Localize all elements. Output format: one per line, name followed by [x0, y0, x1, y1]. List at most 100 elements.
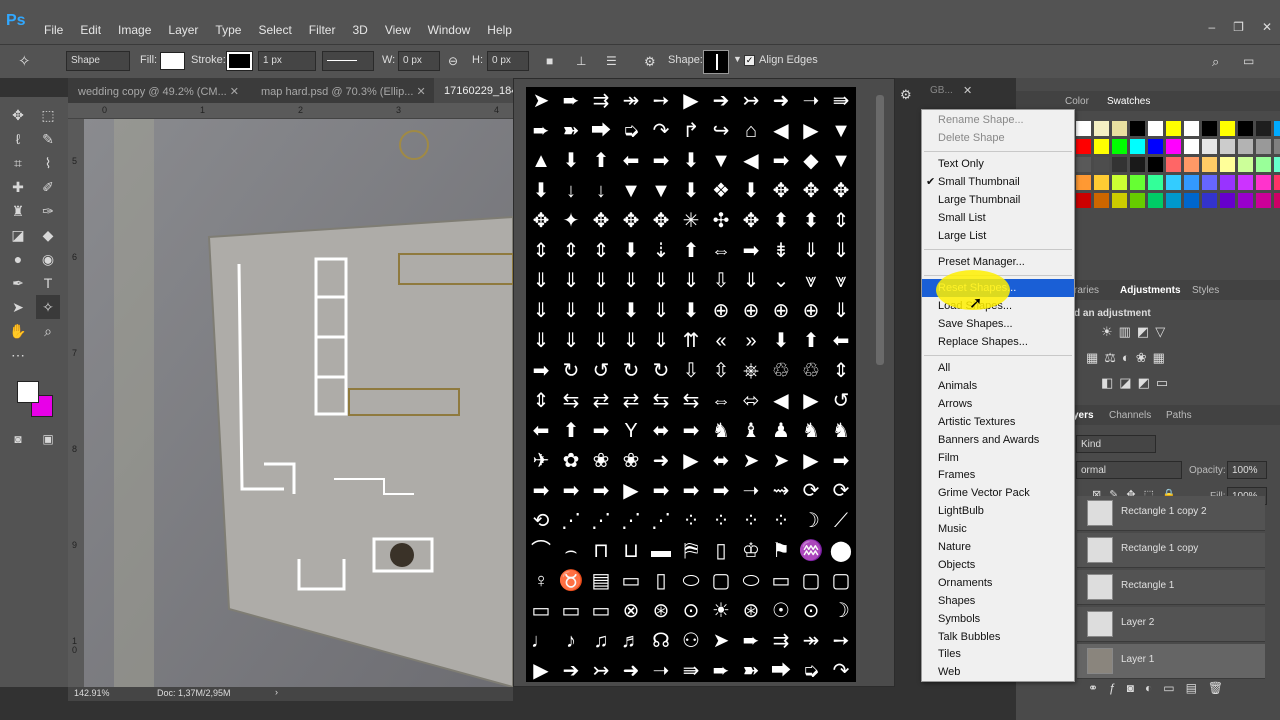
shape-thumbnail[interactable]: ⩔	[797, 267, 825, 295]
shape-thumbnail[interactable]: ♔	[737, 537, 765, 565]
paint-bucket-icon[interactable]: ◆	[36, 223, 60, 247]
shape-thumbnail[interactable]: ⊕	[767, 297, 795, 325]
pen-tool-icon[interactable]: ✒	[6, 271, 30, 295]
shape-thumbnail[interactable]: ⁘	[707, 507, 735, 535]
menu-item-set-film[interactable]: Film	[922, 449, 1074, 467]
menu-layer[interactable]: Layer	[168, 23, 207, 37]
shape-thumbnail[interactable]: ⇔	[707, 237, 735, 265]
menu-item-small-thumbnail[interactable]: ✔ Small Thumbnail	[922, 173, 1074, 191]
path-alignment-icon[interactable]: ⊥	[576, 54, 586, 68]
menu-item-set-shapes[interactable]: Shapes	[922, 592, 1074, 610]
color-swatch[interactable]	[1112, 157, 1127, 172]
shape-thumbnail[interactable]: ☽	[797, 507, 825, 535]
shape-thumbnail[interactable]: ➡	[767, 147, 795, 175]
menu-image[interactable]: Image	[118, 23, 160, 37]
tab-channels[interactable]: Channels	[1109, 410, 1151, 421]
color-swatch[interactable]	[1184, 175, 1199, 190]
shape-thumbnail[interactable]: ➭	[617, 117, 645, 145]
move-tool-icon[interactable]: ✥	[6, 103, 30, 127]
color-swatch[interactable]	[1166, 175, 1181, 190]
shape-thumbnail[interactable]: ◀	[737, 147, 765, 175]
shape-thumbnail[interactable]: ❀	[617, 447, 645, 475]
color-swatch[interactable]	[1130, 139, 1145, 154]
shape-thumbnail[interactable]: ▭	[767, 567, 795, 595]
shape-thumbnail[interactable]: ⇈	[677, 327, 705, 355]
shape-thumbnail[interactable]: ▼	[617, 177, 645, 205]
shape-thumbnail[interactable]: ⋰	[617, 507, 645, 535]
menu-item-set-arrows[interactable]: Arrows	[922, 395, 1074, 413]
shape-thumbnail[interactable]: ✥	[647, 207, 675, 235]
tab-map-hard[interactable]: map hard.psd @ 70.3% (Ellip... ✕	[251, 78, 436, 103]
gear-icon[interactable]: ⚙	[900, 87, 912, 103]
shape-thumbnail[interactable]: ➙	[827, 627, 855, 655]
menu-item-set-symbols[interactable]: Symbols	[922, 610, 1074, 628]
hand-tool-icon[interactable]: ✋	[6, 319, 30, 343]
shape-thumbnail[interactable]: ⬌	[647, 417, 675, 445]
color-swatch[interactable]	[1184, 139, 1199, 154]
shape-thumbnail[interactable]: ⁘	[767, 507, 795, 535]
shape-thumbnail[interactable]: ↣	[737, 87, 765, 115]
shape-thumbnail[interactable]: ➙	[647, 87, 675, 115]
close-icon[interactable]: ✕	[963, 84, 972, 97]
menu-item-text-only[interactable]: Text Only	[922, 155, 1074, 173]
shape-thumbnail[interactable]: ▬	[647, 537, 675, 565]
shape-thumbnail[interactable]: ▶	[677, 447, 705, 475]
shape-thumbnail[interactable]: ⬇	[767, 327, 795, 355]
shape-thumbnail[interactable]: ♞	[797, 417, 825, 445]
shape-thumbnail[interactable]: ➡	[677, 417, 705, 445]
tab-styles[interactable]: Styles	[1192, 285, 1219, 296]
color-swatch[interactable]	[1148, 193, 1163, 208]
shape-thumbnail[interactable]: ▢	[827, 567, 855, 595]
history-brush-icon[interactable]: ✑	[36, 199, 60, 223]
shape-thumbnail[interactable]: ↺	[827, 387, 855, 415]
tab-adjustments[interactable]: Adjustments	[1120, 285, 1181, 296]
shape-thumbnail[interactable]: ⊛	[737, 597, 765, 625]
shape-thumbnail[interactable]: ✥	[797, 177, 825, 205]
shape-thumbnail[interactable]: ⬄	[737, 387, 765, 415]
shape-thumbnail[interactable]: ✥	[587, 207, 615, 235]
menu-item-set-lightbulb[interactable]: LightBulb	[922, 502, 1074, 520]
path-arrangement-icon[interactable]: ☰	[606, 54, 617, 68]
shape-thumbnail[interactable]: ⊓	[587, 537, 615, 565]
color-swatch[interactable]	[1202, 157, 1217, 172]
shape-thumbnail[interactable]: ♲	[797, 357, 825, 385]
shape-thumbnail[interactable]: ⇓	[617, 267, 645, 295]
shape-thumbnail[interactable]: ♞	[707, 417, 735, 445]
menu-item-preset-manager[interactable]: Preset Manager...	[922, 253, 1074, 271]
color-swatch[interactable]	[1274, 139, 1280, 154]
shape-thumbnail[interactable]: ▼	[707, 147, 735, 175]
shape-thumbnail[interactable]: ⊙	[677, 597, 705, 625]
shape-thumbnail[interactable]: ✥	[827, 177, 855, 205]
color-swatch[interactable]	[1238, 139, 1253, 154]
shape-thumbnail[interactable]: ⊙	[797, 597, 825, 625]
shape-thumbnail[interactable]: ⁘	[737, 507, 765, 535]
shape-thumbnail[interactable]: ◀	[767, 117, 795, 145]
minimize-icon[interactable]: –	[1208, 20, 1215, 34]
color-swatch[interactable]	[1166, 139, 1181, 154]
color-swatch[interactable]	[1202, 193, 1217, 208]
adjustment-icons-row3[interactable]: ◧◪◩▭	[1101, 375, 1174, 391]
shape-thumbnail[interactable]: ♀	[527, 567, 555, 595]
width-input[interactable]: 0 px	[398, 51, 440, 71]
picker-scrollbar[interactable]	[876, 95, 884, 365]
shape-thumbnail[interactable]: ⇓	[587, 297, 615, 325]
tab-wedding[interactable]: wedding copy @ 49.2% (CM... ✕	[68, 78, 250, 103]
shape-thumbnail[interactable]: ↓	[557, 177, 585, 205]
menu-item-large-list[interactable]: Large List	[922, 227, 1074, 245]
color-swatch[interactable]	[1274, 157, 1280, 172]
shape-thumbnail[interactable]: ↻	[617, 357, 645, 385]
shape-thumbnail[interactable]: ▭	[527, 597, 555, 625]
color-swatch[interactable]	[1130, 121, 1145, 136]
shape-thumbnail[interactable]: ➨	[707, 657, 735, 682]
shape-thumbnail[interactable]: ↓	[587, 177, 615, 205]
close-icon[interactable]: ✕	[1262, 20, 1272, 34]
shape-thumbnail[interactable]: ➨	[527, 117, 555, 145]
crop-tool-icon[interactable]: ⌗	[6, 151, 30, 175]
shape-thumbnail[interactable]: ✦	[557, 207, 585, 235]
shape-thumbnail[interactable]: ➤	[737, 447, 765, 475]
shape-thumbnail[interactable]: ⇓	[557, 327, 585, 355]
screen-mode-icon[interactable]: ▣	[36, 427, 60, 451]
shape-thumbnail[interactable]: ⇓	[737, 267, 765, 295]
link-icon[interactable]: ⊖	[448, 54, 458, 68]
color-swatch[interactable]	[1274, 175, 1280, 190]
